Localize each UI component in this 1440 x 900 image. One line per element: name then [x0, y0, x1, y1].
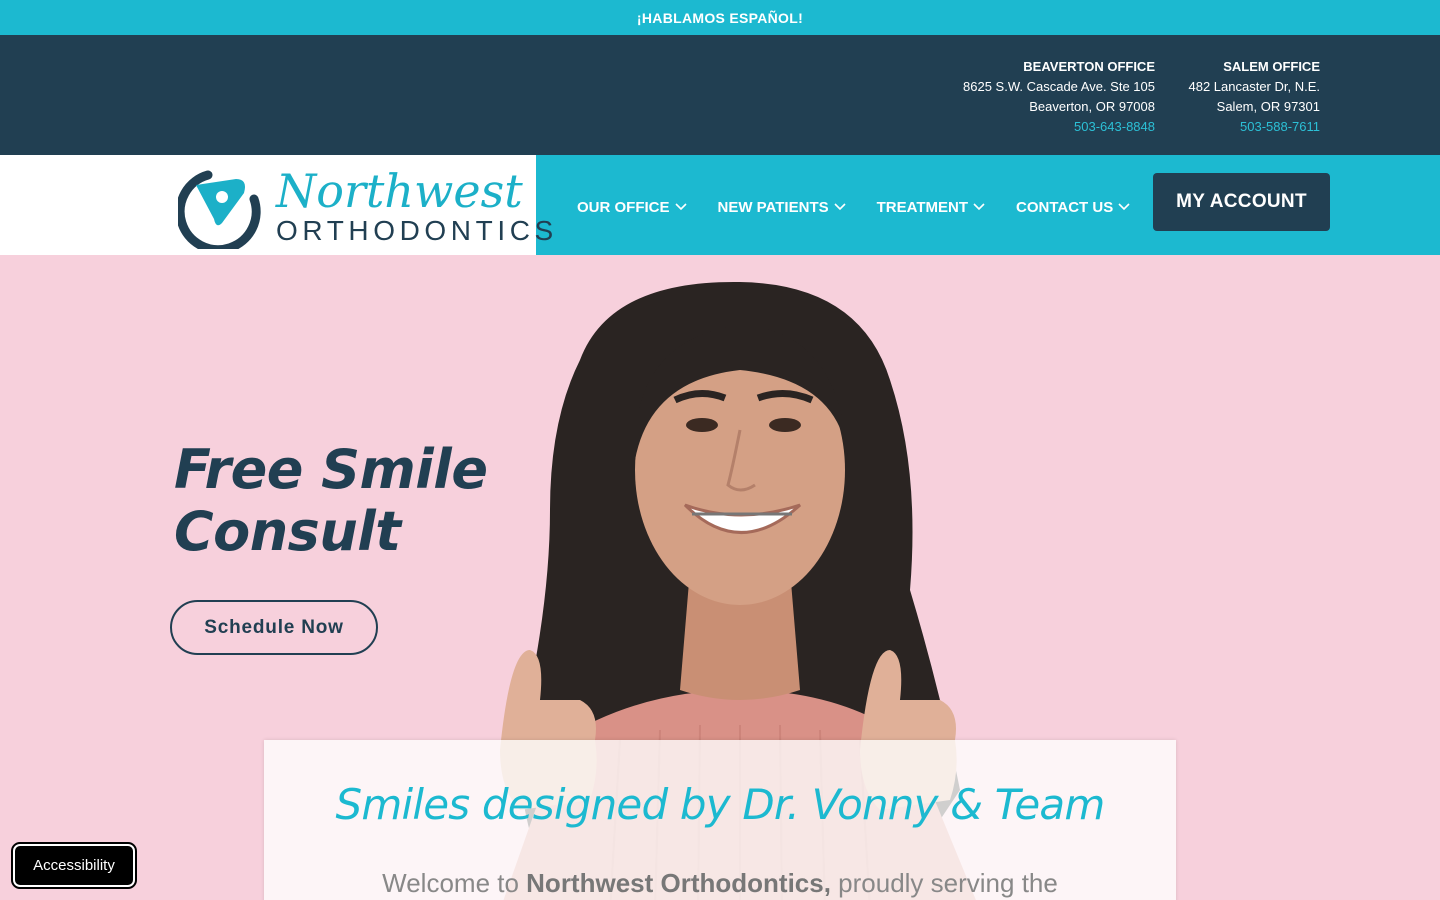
- welcome-heading: Smiles designed by Dr. Vonny & Team: [335, 780, 1106, 829]
- office-name: BEAVERTON OFFICE: [1023, 59, 1155, 74]
- accessibility-button[interactable]: Accessibility: [11, 842, 137, 889]
- office-phone-link[interactable]: 503-643-8848: [963, 117, 1155, 137]
- welcome-text-prefix: Welcome to: [382, 868, 527, 898]
- chevron-down-icon: [973, 203, 985, 211]
- spanish-banner: ¡HABLAMOS ESPAÑOL!: [0, 0, 1440, 35]
- tooth-logo-icon: [178, 170, 261, 249]
- nav-item-new-patients[interactable]: NEW PATIENTS: [718, 195, 846, 216]
- office-phone-link[interactable]: 503-588-7611: [1188, 117, 1320, 137]
- logo-wordmark-orthodontics: ORTHODONTICS: [276, 215, 558, 246]
- hero-section: Free Smile Consult Schedule Now Smiles d…: [0, 255, 1440, 900]
- welcome-text-suffix: proudly serving the: [830, 868, 1058, 898]
- nav-item-our-office[interactable]: OUR OFFICE: [577, 195, 687, 216]
- nav-item-label: NEW PATIENTS: [717, 198, 829, 216]
- spanish-banner-text: ¡HABLAMOS ESPAÑOL!: [636, 9, 804, 26]
- chevron-down-icon: [834, 203, 846, 211]
- nav-menu: OUR OFFICE NEW PATIENTS TREATMENT CONTAC…: [577, 155, 1161, 255]
- welcome-text: Welcome to Northwest Orthodontics, proud…: [264, 868, 1176, 899]
- nav-item-contact-us[interactable]: CONTACT US: [1016, 195, 1130, 216]
- schedule-now-button[interactable]: Schedule Now: [170, 600, 378, 655]
- office-address-line1: 8625 S.W. Cascade Ave. Ste 105: [963, 79, 1155, 94]
- welcome-text-practice-name: Northwest Orthodontics,: [526, 868, 831, 898]
- nav-item-label: TREATMENT: [876, 198, 968, 216]
- site-logo[interactable]: Northwest ORTHODONTICS: [0, 155, 553, 255]
- office-beaverton: BEAVERTON OFFICE 8625 S.W. Cascade Ave. …: [963, 57, 1155, 137]
- office-salem: SALEM OFFICE 482 Lancaster Dr, N.E. Sale…: [1188, 57, 1320, 137]
- main-navigation: Northwest ORTHODONTICS OUR OFFICE NEW PA…: [0, 155, 1440, 255]
- my-account-button[interactable]: MY ACCOUNT: [1153, 173, 1330, 231]
- nav-item-treatment[interactable]: TREATMENT: [877, 195, 985, 216]
- office-address-line2: Beaverton, OR 97008: [1029, 99, 1155, 114]
- hero-title-line2: Consult: [174, 500, 401, 563]
- office-address-line1: 482 Lancaster Dr, N.E.: [1188, 79, 1320, 94]
- hero-title: Free Smile Consult: [174, 439, 534, 563]
- nav-item-label: OUR OFFICE: [577, 198, 670, 216]
- logo-wordmark-northwest: Northwest: [276, 164, 523, 218]
- chevron-down-icon: [1118, 203, 1130, 211]
- office-address-line2: Salem, OR 97301: [1216, 99, 1320, 114]
- chevron-down-icon: [674, 203, 687, 211]
- office-name: SALEM OFFICE: [1223, 59, 1320, 74]
- office-info-bar: BEAVERTON OFFICE 8625 S.W. Cascade Ave. …: [0, 35, 1440, 155]
- hero-title-line1: Free Smile: [174, 438, 488, 501]
- welcome-card: Smiles designed by Dr. Vonny & Team Welc…: [264, 740, 1176, 900]
- nav-item-label: CONTACT US: [1016, 198, 1114, 216]
